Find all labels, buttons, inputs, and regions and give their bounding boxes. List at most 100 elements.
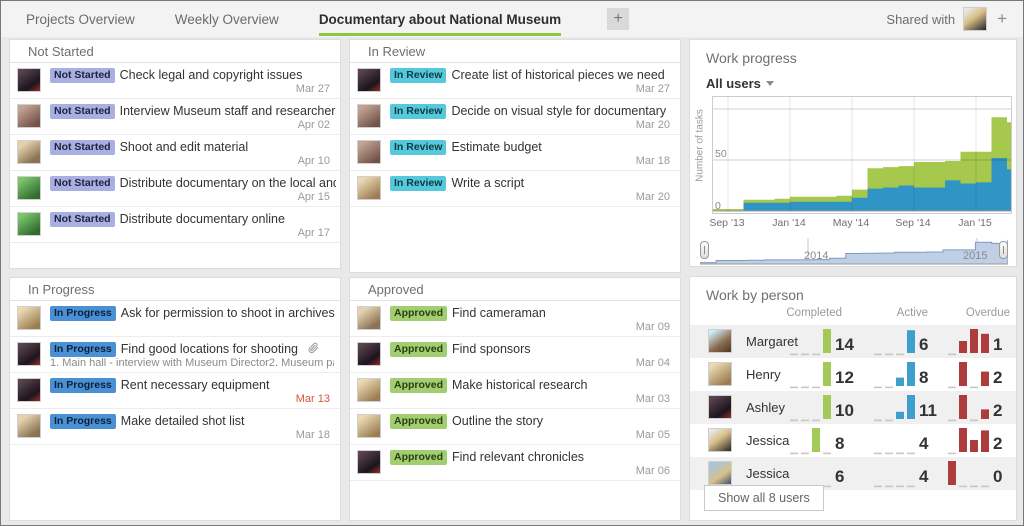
metric-value-active: 4 (919, 434, 928, 453)
task-card[interactable]: ApprovedFind cameramanMar 09 (350, 301, 680, 337)
task-card[interactable]: In Progress Make detailed shot list Mar 18 (10, 409, 340, 445)
due-date: Mar 04 (636, 357, 670, 369)
task-line: In Review Decide on visual style for docu… (390, 104, 676, 121)
task-line: In ReviewCreate list of historical piece… (390, 68, 676, 85)
task-title: Decide on visual style for documentary (451, 104, 666, 118)
task-card[interactable]: In Review Decide on visual style for docu… (350, 99, 680, 135)
avatar (708, 395, 732, 419)
tab-documentary-about-national-museum[interactable]: Documentary about National Museum (319, 3, 561, 36)
task-card[interactable]: Not StartedDistribute documentary on the… (10, 171, 340, 207)
person-row[interactable]: Margaret1461 (690, 325, 1016, 358)
state-badge: Approved (390, 306, 447, 321)
person-row[interactable]: Ashley10112 (690, 391, 1016, 424)
metric-value-completed: 14 (835, 335, 854, 354)
person-row[interactable]: Jessica842 (690, 424, 1016, 457)
avatar (17, 176, 41, 200)
task-line: Not StartedDistribute documentary on the… (50, 176, 336, 193)
task-card[interactable]: In ProgressFind good locations for shoot… (10, 337, 340, 373)
add-shared-user-icon[interactable]: + (995, 9, 1009, 29)
task-title: Make detailed shot list (121, 414, 245, 428)
person-row[interactable]: Henry1282 (690, 358, 1016, 391)
task-card[interactable]: Not StartedShoot and edit materialApr 10 (10, 135, 340, 171)
state-badge: Approved (390, 378, 447, 393)
task-line: ApprovedFind relevant chronicles (390, 450, 676, 467)
avatar (357, 140, 381, 164)
avatar (708, 461, 732, 485)
due-date: Apr 10 (298, 155, 330, 167)
task-card[interactable]: In ProgressAsk for permission to shoot i… (10, 301, 340, 337)
task-card[interactable]: ApprovedFind relevant chroniclesMar 06 (350, 445, 680, 481)
person-name: Ashley (746, 400, 785, 415)
task-line: In Progress Make detailed shot list (50, 414, 336, 431)
progress-chart (712, 96, 1012, 214)
metric-value-completed: 10 (835, 401, 854, 420)
task-title: Outline the story (452, 414, 543, 428)
mini-bars-completed (790, 392, 834, 423)
task-card[interactable]: In ReviewEstimate budgetMar 18 (350, 135, 680, 171)
state-badge: In Review (390, 176, 446, 191)
task-title: Create list of historical pieces we need (451, 68, 664, 82)
state-badge: In Review (390, 104, 446, 119)
due-date: Mar 09 (636, 321, 670, 333)
due-date: Mar 18 (296, 429, 330, 441)
column-title: Approved (350, 278, 680, 301)
header-completed: Completed (756, 307, 842, 319)
column-in-progress: In Progress In ProgressAsk for permissio… (9, 277, 341, 521)
task-title: Check legal and copyright issues (120, 68, 303, 82)
avatar (17, 342, 41, 366)
state-badge: In Review (390, 140, 446, 155)
due-date: Mar 13 (296, 393, 330, 405)
avatar (357, 176, 381, 200)
tab-projects-overview[interactable]: Projects Overview (26, 3, 135, 36)
task-card[interactable]: ApprovedFind sponsorsMar 04 (350, 337, 680, 373)
state-badge: In Progress (50, 414, 116, 429)
range-handle-left[interactable] (700, 241, 709, 259)
time-range-selector[interactable]: 2014 2015 (700, 236, 1008, 266)
task-card[interactable]: ApprovedMake historical researchMar 03 (350, 373, 680, 409)
metric-value-overdue: 0 (993, 467, 1002, 486)
task-card[interactable]: Not StartedCheck legal and copyright iss… (10, 63, 340, 99)
metric-active: 8 (874, 359, 928, 390)
column-in-review: In Review In ReviewCreate list of histor… (349, 39, 681, 273)
shared-user-avatar[interactable] (963, 7, 987, 31)
task-card[interactable]: In ReviewCreate list of historical piece… (350, 63, 680, 99)
top-tab-bar: Projects Overview Weekly Overview Docume… (1, 1, 1023, 37)
metric-value-overdue: 2 (993, 368, 1002, 387)
add-tab-button[interactable]: + (607, 8, 629, 30)
task-line: In ProgressRent necessary equipment (50, 378, 336, 395)
task-card[interactable]: Not StartedDistribute documentary online… (10, 207, 340, 243)
show-all-users-button[interactable]: Show all 8 users (704, 485, 824, 511)
task-line: Not StartedInterview Museum staff and re… (50, 104, 336, 121)
work-progress-panel: Work progress All users Number of tasks … (689, 39, 1017, 267)
metric-overdue: 0 (948, 458, 1002, 489)
chevron-down-icon (766, 81, 774, 86)
tab-weekly-overview[interactable]: Weekly Overview (175, 3, 279, 36)
state-badge: In Progress (50, 342, 116, 357)
metric-active: 4 (874, 458, 928, 489)
range-handle-right[interactable] (999, 241, 1008, 259)
avatar (17, 378, 41, 402)
person-name: Jessica (746, 466, 789, 481)
task-card[interactable]: Not StartedInterview Museum staff and re… (10, 99, 340, 135)
state-badge: Approved (390, 414, 447, 429)
due-date: Mar 06 (636, 465, 670, 477)
task-title: Distribute documentary on the local and … (120, 176, 336, 190)
task-card[interactable]: ApprovedOutline the storyMar 05 (350, 409, 680, 445)
task-card[interactable]: In ProgressRent necessary equipmentMar 1… (10, 373, 340, 409)
task-title: Make historical research (452, 378, 587, 392)
mini-bars-active (874, 458, 918, 489)
metric-value-completed: 8 (835, 434, 844, 453)
mini-bars-overdue (948, 392, 992, 423)
mini-bars-completed (790, 359, 834, 390)
task-card[interactable]: In ReviewWrite a scriptMar 20 (350, 171, 680, 207)
x-tick-label: Jan '15 (951, 217, 999, 229)
y-tick-50: 50 (715, 148, 727, 160)
mini-bars-active (874, 392, 918, 423)
metric-value-active: 4 (919, 467, 928, 486)
due-date: Mar 20 (636, 119, 670, 131)
work-progress-title: Work progress (690, 40, 1016, 66)
avatar (357, 104, 381, 128)
mini-bars-overdue (948, 359, 992, 390)
due-date: Mar 20 (636, 191, 670, 203)
user-filter-dropdown[interactable]: All users (706, 76, 774, 91)
